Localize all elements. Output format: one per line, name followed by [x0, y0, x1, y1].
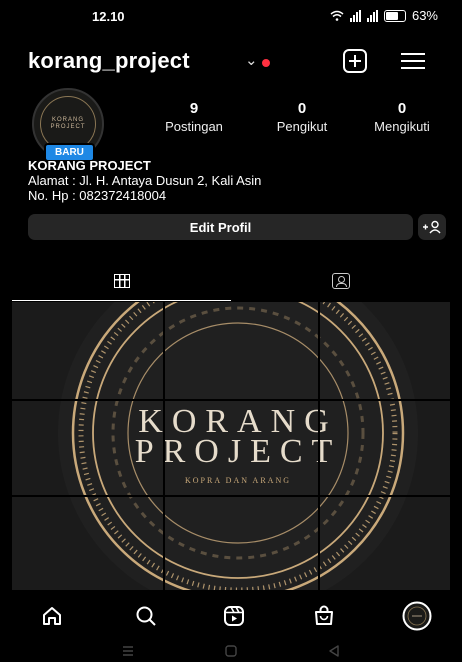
- nav-reels[interactable]: [217, 599, 251, 633]
- home-icon: [43, 607, 61, 625]
- post-grid[interactable]: KORANG PROJECT KOPRA DAN ARANG: [12, 302, 450, 590]
- grid-divider: [318, 302, 320, 590]
- tagged-person-icon: [331, 273, 350, 289]
- profile-name: KORANG PROJECT: [28, 158, 151, 173]
- stat-following-label: Mengikuti: [374, 119, 430, 134]
- signal-2-icon: [366, 9, 378, 22]
- add-person-icon: [423, 220, 441, 234]
- bio-address: Alamat : Jl. H. Antaya Dusun 2, Kali Asi…: [28, 173, 262, 188]
- nav-home[interactable]: [35, 599, 69, 633]
- notification-dot: [262, 59, 270, 67]
- add-person-button[interactable]: [418, 214, 446, 240]
- post-title-line2: PROJECT: [135, 433, 342, 470]
- profile-bio: KORANG PROJECT Alamat : Jl. H. Antaya Du…: [28, 158, 438, 203]
- stat-following-count: 0: [397, 100, 407, 117]
- nav-shop[interactable]: [307, 599, 341, 633]
- edit-profile-button[interactable]: Edit Profil: [28, 214, 413, 240]
- stat-followers-count: 0: [297, 100, 307, 117]
- profile-avatar-icon: [402, 601, 432, 631]
- nav-profile[interactable]: [400, 599, 434, 633]
- stat-followers[interactable]: 0 Pengikut: [262, 100, 342, 136]
- app-frame: 12.10 63% korang_project ⌄ KORANG PROJEC…: [12, 0, 450, 662]
- status-right: 63%: [330, 8, 438, 23]
- nav-search[interactable]: [129, 599, 163, 633]
- bottom-nav: [12, 593, 450, 639]
- wifi-icon: [330, 10, 344, 21]
- search-icon: [136, 606, 156, 626]
- battery-icon: [383, 9, 406, 22]
- username[interactable]: korang_project: [28, 48, 190, 74]
- tab-tagged[interactable]: [231, 262, 450, 300]
- bio-phone: No. Hp : 082372418004: [28, 188, 167, 203]
- menu-button[interactable]: [396, 46, 430, 76]
- recents-icon[interactable]: [120, 644, 136, 658]
- tab-grid[interactable]: [12, 262, 231, 301]
- battery-percent: 63%: [411, 8, 438, 23]
- shop-icon: [315, 605, 333, 625]
- reels-icon: [224, 606, 244, 626]
- post-tagline: KOPRA DAN ARANG: [185, 476, 291, 485]
- back-icon[interactable]: [326, 644, 342, 658]
- create-post-button[interactable]: [338, 46, 372, 76]
- grid-icon: [113, 274, 130, 288]
- home-button-icon[interactable]: [223, 644, 239, 658]
- system-nav: [12, 640, 450, 662]
- stat-following[interactable]: 0 Mengikuti: [354, 100, 450, 136]
- signal-1-icon: [349, 9, 361, 22]
- status-time: 12.10: [92, 9, 125, 24]
- status-bar: 12.10 63%: [12, 0, 450, 34]
- grid-divider: [12, 495, 450, 497]
- stat-posts-label: Postingan: [165, 119, 223, 134]
- plus-square-icon: [343, 49, 367, 73]
- stat-posts-count: 9: [189, 100, 199, 117]
- stat-followers-label: Pengikut: [276, 119, 328, 134]
- content-tabs: [12, 262, 450, 301]
- grid-divider: [163, 302, 165, 590]
- post-logo-image: KORANG PROJECT KOPRA DAN ARANG: [58, 302, 418, 590]
- chevron-down-icon[interactable]: ⌄: [245, 51, 258, 69]
- profile-header: korang_project ⌄: [12, 42, 450, 82]
- stat-posts[interactable]: 9 Postingan: [152, 100, 236, 136]
- grid-divider: [12, 399, 450, 401]
- hamburger-menu-icon: [401, 52, 425, 70]
